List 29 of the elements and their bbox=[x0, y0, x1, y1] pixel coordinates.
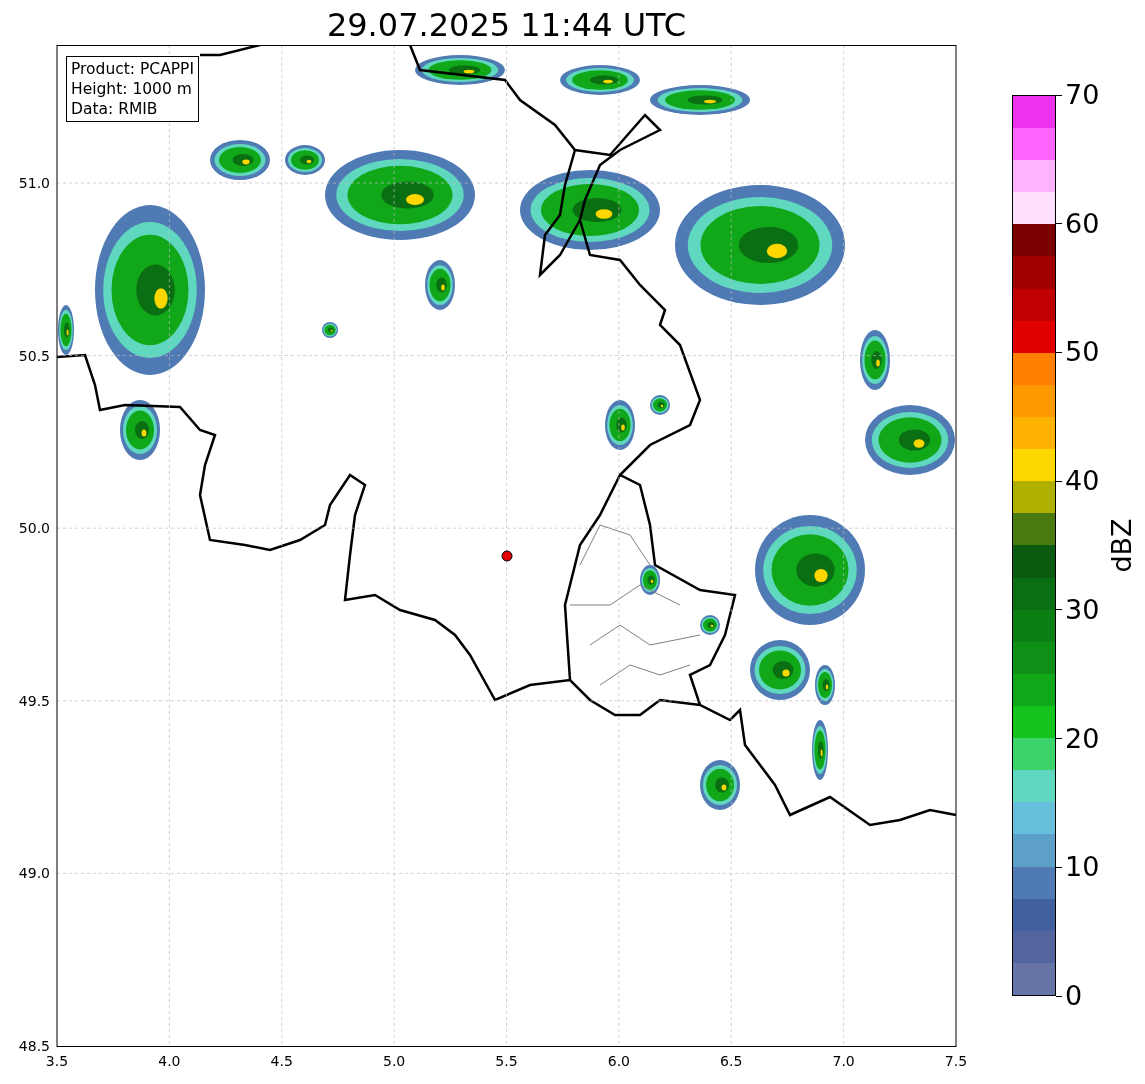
x-tick-label: 7.5 bbox=[944, 1053, 968, 1069]
colorbar-tick-label: 10 bbox=[1065, 852, 1100, 883]
colorbar-tick-label: 20 bbox=[1065, 723, 1100, 754]
x-tick-label: 6.0 bbox=[607, 1053, 630, 1069]
y-tick-label: 50.0 bbox=[18, 520, 50, 537]
colorbar-tick-label: 40 bbox=[1065, 466, 1100, 497]
info-line: Data: RMIB bbox=[71, 99, 159, 119]
y-tick-label: 50.5 bbox=[18, 347, 50, 364]
y-tick-label: 49.0 bbox=[18, 865, 50, 882]
x-tick-label: 4.0 bbox=[158, 1053, 181, 1069]
x-tick-label: 7.0 bbox=[832, 1053, 855, 1069]
y-tick-label: 49.5 bbox=[18, 692, 50, 709]
info-line: Height: 1000 m bbox=[71, 79, 193, 99]
y-tick-label: 48.5 bbox=[18, 1038, 50, 1054]
colorbar-tick-label: 0 bbox=[1065, 981, 1083, 1011]
x-tick-label: 3.5 bbox=[45, 1053, 69, 1069]
x-tick-label: 4.5 bbox=[270, 1053, 293, 1069]
radar-site-marker bbox=[501, 550, 513, 562]
x-tick-label: 5.0 bbox=[383, 1053, 406, 1069]
info-line: Product: PCAPPI bbox=[71, 59, 195, 79]
colorbar-label: dBZ bbox=[1105, 518, 1137, 573]
colorbar-tick-label: 50 bbox=[1065, 337, 1100, 368]
x-tick-label: 5.5 bbox=[495, 1053, 518, 1069]
figure-title: 29.07.2025 11:44 UTC bbox=[325, 5, 688, 45]
x-tick-label: 6.5 bbox=[720, 1053, 743, 1069]
colorbar-tick-label: 30 bbox=[1065, 594, 1100, 625]
colorbar-tick-label: 60 bbox=[1065, 208, 1100, 239]
y-tick-label: 51.0 bbox=[18, 175, 50, 191]
colorbar-tick-label: 70 bbox=[1065, 80, 1100, 110]
